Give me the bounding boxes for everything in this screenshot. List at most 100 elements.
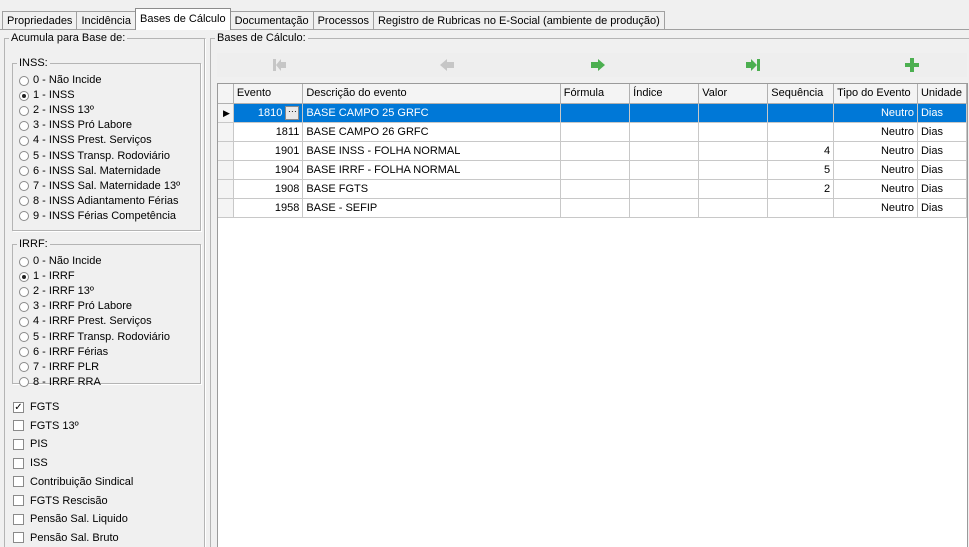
tab-3[interactable]: Documentação xyxy=(229,11,314,30)
cell-descricao[interactable]: BASE IRRF - FOLHA NORMAL xyxy=(302,160,561,180)
cell-formula[interactable] xyxy=(560,179,631,199)
cell-sequencia[interactable]: 2 xyxy=(767,179,835,199)
inss-option-2[interactable]: 2 - INSS 13º xyxy=(19,105,94,116)
cell-indice[interactable] xyxy=(629,122,700,142)
cell-evento[interactable]: 1901 xyxy=(233,141,304,161)
cell-evento[interactable]: 1908 xyxy=(233,179,304,199)
inss-option-1[interactable]: 1 - INSS xyxy=(19,90,75,101)
inss-option-5[interactable]: 5 - INSS Transp. Rodoviário xyxy=(19,150,170,162)
cell-valor[interactable] xyxy=(698,122,769,142)
irrf-radio-button[interactable] xyxy=(19,362,29,373)
cell-valor[interactable] xyxy=(698,198,769,218)
cell-unidade[interactable]: Dias xyxy=(917,122,968,142)
table-row[interactable]: 1958 BASE - SEFIP Neutro Dias xyxy=(218,198,968,218)
cell-valor[interactable] xyxy=(698,141,769,161)
irrf-radio-button[interactable] xyxy=(19,347,29,358)
cell-descricao[interactable]: BASE INSS - FOLHA NORMAL xyxy=(302,141,561,161)
cell-tipo[interactable]: Neutro xyxy=(833,141,918,161)
irrf-radio-button[interactable] xyxy=(19,301,29,312)
cell-tipo[interactable]: Neutro xyxy=(833,179,918,199)
irrf-radio-button[interactable] xyxy=(19,271,29,282)
inss-option-3[interactable]: 3 - INSS Pró Labore xyxy=(19,120,132,131)
table-row[interactable]: 1901 BASE INSS - FOLHA NORMAL 4 Neutro Dias xyxy=(218,141,968,161)
inss-option-9[interactable]: 9 - INSS Férias Competência xyxy=(19,210,176,222)
inss-option-7[interactable]: 7 - INSS Sal. Maternidade 13º xyxy=(19,180,180,192)
cell-valor[interactable] xyxy=(698,160,769,180)
table-row[interactable]: 1908 BASE FGTS 2 Neutro Dias xyxy=(218,179,968,199)
cell-sequencia[interactable]: 5 xyxy=(767,160,835,180)
cell-evento[interactable]: 1811 xyxy=(233,122,304,142)
table-row[interactable]: ▶ 1810 ··· BASE CAMPO 25 GRFC Neutro Dias xyxy=(218,103,968,123)
col-evento[interactable]: Evento xyxy=(233,84,304,104)
base-check-6[interactable]: Pensão Sal. Liquido xyxy=(13,513,128,525)
irrf-radio-button[interactable] xyxy=(19,256,29,267)
irrf-option-1[interactable]: 1 - IRRF xyxy=(19,271,75,282)
inss-radio-button[interactable] xyxy=(19,166,29,177)
inss-radio-button[interactable] xyxy=(19,75,29,86)
table-row[interactable]: 1811 BASE CAMPO 26 GRFC Neutro Dias xyxy=(218,122,968,142)
inss-option-8[interactable]: 8 - INSS Adiantamento Férias xyxy=(19,195,179,207)
cell-tipo[interactable]: Neutro xyxy=(833,122,918,142)
irrf-radio-button[interactable] xyxy=(19,377,29,388)
cell-formula[interactable] xyxy=(560,122,631,142)
cell-evento[interactable]: 1904 xyxy=(233,160,304,180)
checkbox[interactable] xyxy=(13,495,24,506)
tab-4[interactable]: Processos xyxy=(312,11,374,30)
cell-descricao[interactable]: BASE - SEFIP xyxy=(302,198,561,218)
irrf-radio-button[interactable] xyxy=(19,286,29,297)
inss-radio-button[interactable] xyxy=(19,105,29,116)
base-check-7[interactable]: Pensão Sal. Bruto xyxy=(13,532,119,544)
cell-sequencia[interactable] xyxy=(767,122,835,142)
checkbox[interactable] xyxy=(13,438,24,450)
base-check-1[interactable]: FGTS 13º xyxy=(13,420,79,432)
inss-option-6[interactable]: 6 - INSS Sal. Maternidade xyxy=(19,165,161,177)
inss-radio-button[interactable] xyxy=(19,135,29,146)
cell-indice[interactable] xyxy=(629,103,700,123)
cell-tipo[interactable]: Neutro xyxy=(833,160,918,180)
cell-unidade[interactable]: Dias xyxy=(917,103,968,123)
inss-radio-button[interactable] xyxy=(19,196,29,207)
cell-tipo[interactable]: Neutro xyxy=(833,198,918,218)
lookup-ellipsis-button[interactable]: ··· xyxy=(285,105,300,120)
col-descricao[interactable]: Descrição do evento xyxy=(302,84,561,104)
base-check-2[interactable]: PIS xyxy=(13,438,48,450)
base-check-5[interactable]: FGTS Rescisão xyxy=(13,495,108,507)
checkbox[interactable] xyxy=(13,513,24,525)
checkbox[interactable] xyxy=(13,532,24,544)
base-check-3[interactable]: ISS xyxy=(13,457,48,469)
add-record-button[interactable] xyxy=(897,55,927,75)
col-formula[interactable]: Fórmula xyxy=(560,84,631,104)
col-valor[interactable]: Valor xyxy=(698,84,769,104)
inss-option-0[interactable]: 0 - Não Incide xyxy=(19,75,101,86)
cell-sequencia[interactable] xyxy=(767,198,835,218)
irrf-option-8[interactable]: 8 - IRRF RRA xyxy=(19,376,101,388)
cell-formula[interactable] xyxy=(560,103,631,123)
base-check-0[interactable]: ✓ FGTS xyxy=(13,401,59,413)
table-row[interactable]: 1904 BASE IRRF - FOLHA NORMAL 5 Neutro Dias xyxy=(218,160,968,180)
cell-descricao[interactable]: BASE CAMPO 26 GRFC xyxy=(302,122,561,142)
col-sequencia[interactable]: Sequência xyxy=(767,84,835,104)
cell-formula[interactable] xyxy=(560,141,631,161)
cell-unidade[interactable]: Dias xyxy=(917,141,968,161)
checkbox[interactable] xyxy=(13,457,24,469)
irrf-option-3[interactable]: 3 - IRRF Pró Labore xyxy=(19,301,132,312)
irrf-option-5[interactable]: 5 - IRRF Transp. Rodoviário xyxy=(19,331,170,343)
cell-sequencia[interactable]: 4 xyxy=(767,141,835,161)
cell-indice[interactable] xyxy=(629,160,700,180)
cell-evento[interactable]: 1810 ··· xyxy=(233,103,304,123)
cell-indice[interactable] xyxy=(629,141,700,161)
inss-option-4[interactable]: 4 - INSS Prest. Serviços xyxy=(19,135,152,146)
base-check-4[interactable]: Contribuição Sindical xyxy=(13,476,133,488)
tab-2[interactable]: Bases de Cálculo xyxy=(134,8,231,30)
first-record-button[interactable] xyxy=(265,55,295,75)
irrf-option-7[interactable]: 7 - IRRF PLR xyxy=(19,361,99,373)
cell-valor[interactable] xyxy=(698,103,769,123)
cell-indice[interactable] xyxy=(629,198,700,218)
irrf-option-6[interactable]: 6 - IRRF Férias xyxy=(19,346,108,358)
inss-radio-button[interactable] xyxy=(19,211,29,222)
cell-sequencia[interactable] xyxy=(767,103,835,123)
cell-formula[interactable] xyxy=(560,160,631,180)
tab-0[interactable]: Propriedades xyxy=(2,11,78,30)
inss-radio-button[interactable] xyxy=(19,181,29,192)
inss-radio-button[interactable] xyxy=(19,120,29,131)
